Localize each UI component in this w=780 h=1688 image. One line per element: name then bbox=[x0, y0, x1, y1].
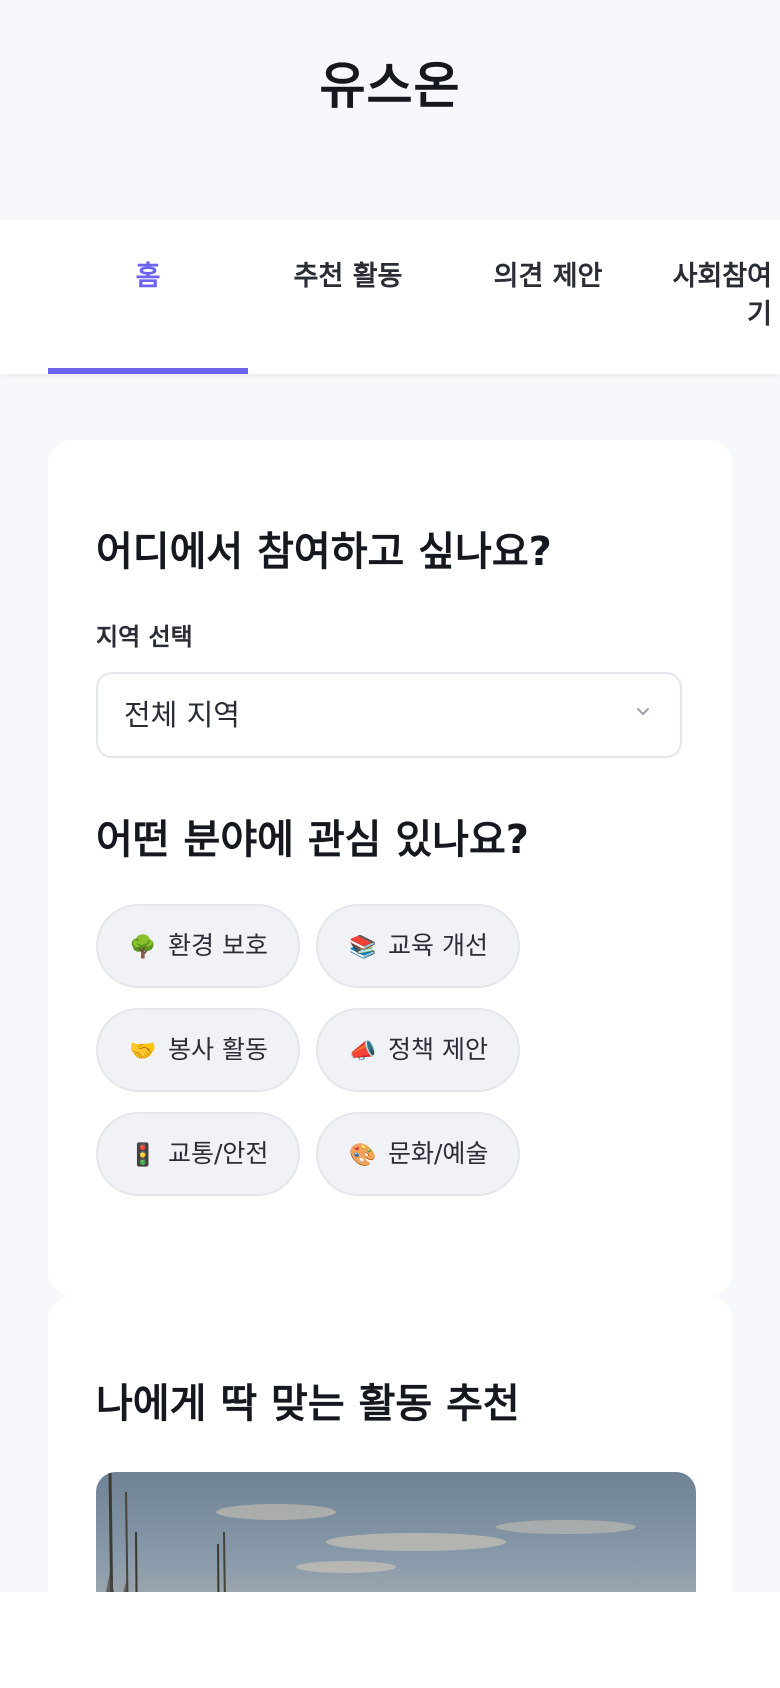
interest-chip-culture-art[interactable]: 🎨 문화/예술 bbox=[316, 1112, 520, 1196]
app-viewport: 유스온 홈 추천 활동 의견 제안 사회참여 기 어디에서 참여하고 싶나요? … bbox=[0, 0, 780, 1592]
tab-label: 홈 bbox=[135, 261, 161, 292]
recommend-section-title: 나에게 딱 맞는 활동 추천 bbox=[96, 1381, 520, 1427]
interest-chip-education[interactable]: 📚 교육 개선 bbox=[316, 904, 520, 988]
tab-home[interactable]: 홈 bbox=[48, 220, 248, 374]
tree-icon: 🌳 bbox=[129, 935, 157, 960]
recommendation-card: 나에게 딱 맞는 활동 추천 bbox=[48, 1296, 732, 1592]
chip-label: 교육 개선 bbox=[388, 931, 488, 960]
app-header: 유스온 bbox=[0, 0, 780, 220]
interest-chip-environment[interactable]: 🌳 환경 보호 bbox=[96, 904, 300, 988]
tab-label: 사회참여 기 bbox=[672, 261, 772, 330]
chip-label: 교통/안전 bbox=[168, 1139, 269, 1168]
interest-chip-policy[interactable]: 📣 정책 제안 bbox=[316, 1008, 520, 1092]
interest-chip-traffic-safety[interactable]: 🚦 교통/안전 bbox=[96, 1112, 300, 1196]
tab-label: 추천 활동 bbox=[293, 261, 403, 292]
activity-photo[interactable] bbox=[96, 1472, 696, 1592]
books-icon: 📚 bbox=[349, 935, 377, 960]
handshake-icon: 🤝 bbox=[129, 1039, 157, 1064]
traffic-light-icon: 🚦 bbox=[129, 1143, 157, 1168]
palette-icon: 🎨 bbox=[349, 1143, 377, 1168]
region-section-title: 어디에서 참여하고 싶나요? bbox=[96, 529, 552, 575]
landscape-photo-illustration bbox=[96, 1472, 636, 1592]
megaphone-icon: 📣 bbox=[349, 1039, 377, 1064]
filter-card: 어디에서 참여하고 싶나요? 지역 선택 전체 지역 어떤 분야에 관심 있나요… bbox=[48, 440, 732, 1296]
tab-label: 의견 제안 bbox=[493, 261, 603, 292]
chip-label: 정책 제안 bbox=[388, 1035, 488, 1064]
tab-social-participation[interactable]: 사회참여 기 bbox=[648, 220, 780, 374]
chip-label: 봉사 활동 bbox=[168, 1035, 268, 1064]
region-select[interactable]: 전체 지역 bbox=[96, 672, 682, 758]
tab-bar: 홈 추천 활동 의견 제안 사회참여 기 bbox=[0, 220, 780, 374]
tab-opinion-proposal[interactable]: 의견 제안 bbox=[448, 220, 648, 374]
region-select-value: 전체 지역 bbox=[124, 698, 240, 732]
chevron-down-icon bbox=[637, 708, 649, 715]
app-title: 유스온 bbox=[319, 57, 461, 115]
chip-label: 문화/예술 bbox=[388, 1139, 489, 1168]
interest-chip-volunteer[interactable]: 🤝 봉사 활동 bbox=[96, 1008, 300, 1092]
tab-recommended-activities[interactable]: 추천 활동 bbox=[248, 220, 448, 374]
interest-section-title: 어떤 분야에 관심 있나요? bbox=[96, 817, 529, 863]
chip-label: 환경 보호 bbox=[168, 931, 268, 960]
region-field-label: 지역 선택 bbox=[96, 623, 193, 651]
